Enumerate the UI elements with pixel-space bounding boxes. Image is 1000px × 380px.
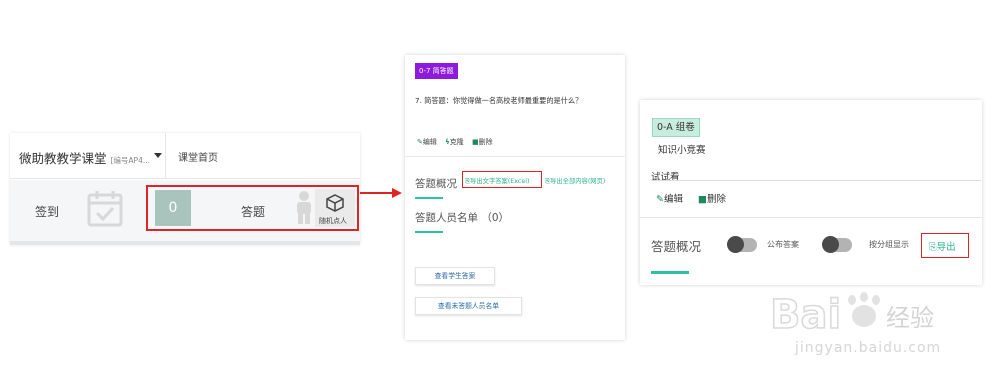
pencil-icon: ✎ <box>656 194 664 205</box>
overview-title: 答题概况 <box>651 239 702 254</box>
question-actions: ✎编辑 ϟ克隆 ■删除 <box>417 137 499 147</box>
tab-underline <box>651 271 689 274</box>
trash-icon: ■ <box>698 194 707 205</box>
edit-button[interactable]: ✎编辑 <box>656 194 683 205</box>
nav-home[interactable]: 课堂首页 <box>178 149 218 164</box>
export-icon: ⎘ <box>929 242 937 253</box>
person-icon <box>297 191 311 224</box>
quiz-title: 知识小竞赛 <box>658 145 706 156</box>
clone-label: 克隆 <box>449 138 464 146</box>
answer-count-badge[interactable]: 0 <box>155 190 191 226</box>
course-id: [编号AP4... <box>110 156 151 165</box>
quiz-actions: ✎编辑 ■删除 <box>656 191 738 205</box>
course-title: 微助教教学课堂 <box>19 151 107 166</box>
group-display-toggle[interactable] <box>822 236 852 253</box>
svg-text:Bai: Bai <box>770 292 841 338</box>
overview-title: 答题概况 <box>415 178 457 190</box>
trash-icon: ■ <box>471 138 479 146</box>
dice-icon <box>326 194 344 212</box>
chevron-down-icon[interactable] <box>154 153 162 158</box>
tab-underline <box>415 231 443 233</box>
tab-underline <box>415 197 443 199</box>
export-all-label: 导出全部内容(网页) <box>550 178 606 185</box>
svg-text:经验: 经验 <box>886 304 934 332</box>
publish-answer-label: 公布答案 <box>767 240 799 249</box>
export-all-link[interactable]: ⎘导出全部内容(网页) <box>545 176 605 186</box>
respondent-list-title: 答题人员名单 （0） <box>415 212 510 224</box>
delete-label: 删除 <box>707 194 727 205</box>
toggle-knob <box>727 236 744 253</box>
quiz-type-tag: 0-A 组卷 <box>652 118 700 137</box>
classroom-panel: 微助教教学课堂 [编号AP4... 课堂首页 签到 0 答题 随机点人 <box>10 133 360 245</box>
arrow-right-icon <box>360 188 402 198</box>
divider <box>10 241 360 245</box>
clone-button[interactable]: ϟ克隆 <box>445 138 464 146</box>
delete-button[interactable]: ■删除 <box>698 194 726 205</box>
question-panel: 0-7 简答题 7. 简答题：你觉得做一名高校老师最重要的是什么？ ✎编辑 ϟ克… <box>405 55 625 340</box>
export-link[interactable]: ⎘导出 <box>929 239 956 253</box>
watermark-url: jingyan.baidu.com <box>795 340 942 356</box>
publish-answer-toggle[interactable] <box>727 236 757 253</box>
delete-button[interactable]: ■删除 <box>472 138 493 146</box>
edit-label: 编辑 <box>663 194 683 205</box>
course-selector[interactable]: 微助教教学课堂 [编号AP4... <box>19 148 150 167</box>
export-text-label: 导出文字答案(Excel) <box>470 178 530 185</box>
baidu-watermark-logo: Bai 经验 <box>770 291 934 338</box>
toggle-knob <box>822 236 839 253</box>
quiz-panel: 0-A 组卷 知识小竞赛 试试看 ✎编辑 ■删除 答题概况 公布答案 按分组显示… <box>640 100 982 285</box>
random-pick-label: 随机点人 <box>319 217 347 225</box>
question-text: 7. 简答题：你觉得做一名高校老师最重要的是什么？ <box>415 96 583 105</box>
divider <box>640 217 982 218</box>
divider <box>165 133 166 179</box>
divider <box>651 180 981 181</box>
delete-label: 删除 <box>478 138 493 146</box>
export-text-link[interactable]: ⎘导出文字答案(Excel) <box>465 176 529 186</box>
divider <box>405 156 625 157</box>
view-unanswered-button[interactable]: 查看未答题人员名单 <box>415 297 522 315</box>
edit-label: 编辑 <box>422 138 437 146</box>
signin-label[interactable]: 签到 <box>35 203 59 220</box>
question-type-tag: 0-7 简答题 <box>415 63 458 79</box>
view-answers-button[interactable]: 查看学生答案 <box>415 267 495 285</box>
export-label: 导出 <box>936 242 956 253</box>
group-display-label: 按分组显示 <box>869 240 909 249</box>
edit-button[interactable]: ✎编辑 <box>417 138 437 146</box>
calendar-check-icon[interactable] <box>87 189 123 227</box>
answer-label[interactable]: 答题 <box>241 203 265 220</box>
